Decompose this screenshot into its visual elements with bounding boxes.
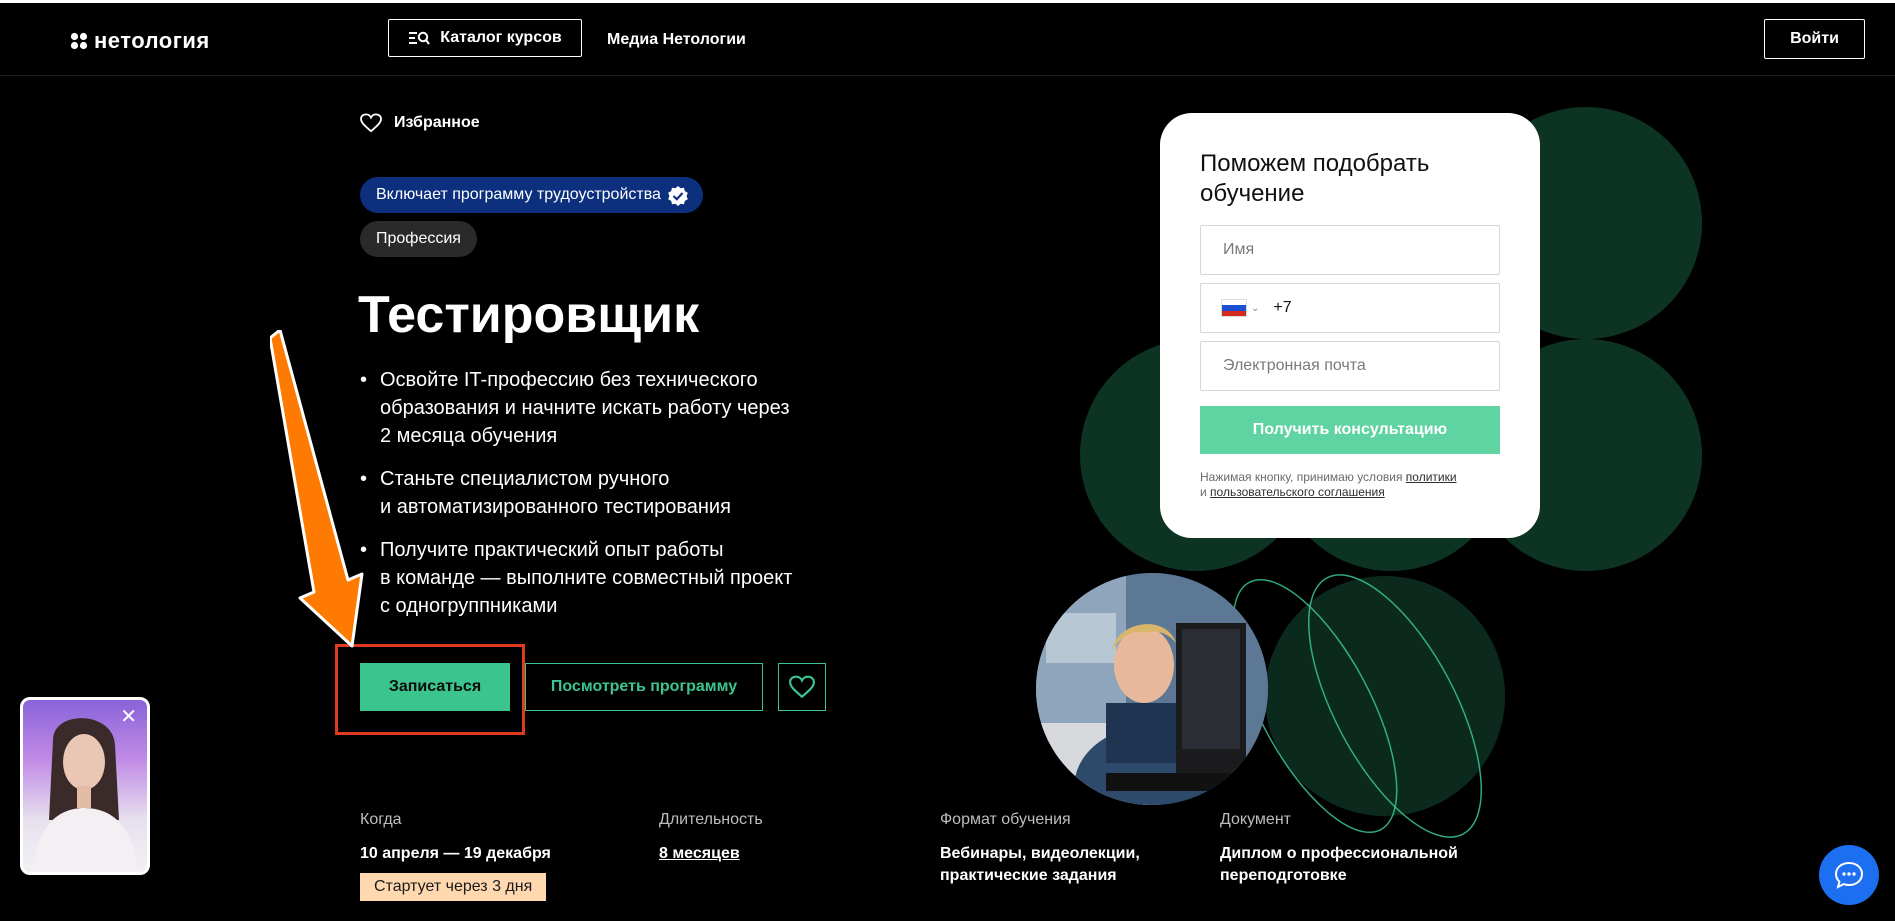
email-field[interactable]: [1200, 341, 1500, 391]
country-select[interactable]: ⌄: [1221, 299, 1259, 317]
info-value: 10 апреля — 19 декабря: [360, 845, 551, 862]
favorites-link[interactable]: Избранное: [360, 113, 480, 133]
start-badge: Стартует через 3 дня: [360, 873, 547, 901]
list-item: Освойте IT-профессию без технического об…: [360, 366, 840, 450]
logo[interactable]: нетология: [70, 28, 210, 54]
login-button[interactable]: Войти: [1764, 19, 1865, 59]
russia-flag-icon: [1221, 299, 1247, 317]
catalog-label: Каталог курсов: [440, 29, 562, 46]
info-document: Документ Диплом о профессиональной переп…: [1220, 811, 1458, 887]
phone-prefix: +7: [1273, 299, 1292, 316]
duration-link[interactable]: 8 месяцев: [659, 843, 763, 865]
phone-field[interactable]: ⌄ +7: [1200, 283, 1500, 333]
user-agreement-link[interactable]: пользовательского соглашения: [1210, 485, 1385, 499]
list-item-line: в команде — выполните совместный проект: [380, 567, 793, 589]
name-field[interactable]: [1200, 225, 1500, 275]
list-item-line: Получите практический опыт работы: [380, 539, 724, 561]
list-item-line: и автоматизированного тестирования: [380, 496, 731, 518]
terms-and: и: [1200, 485, 1211, 499]
video-widget[interactable]: ✕: [20, 697, 150, 875]
media-link[interactable]: Медиа Нетологии: [607, 31, 746, 49]
heart-icon: [360, 113, 382, 133]
info-value-line: переподготовке: [1220, 867, 1347, 884]
info-duration: Длительность 8 месяцев: [659, 811, 763, 865]
terms-prefix: Нажимая кнопку, принимаю условия: [1200, 470, 1406, 484]
list-item-line: образования и начните искать работу чере…: [380, 397, 790, 419]
list-item-line: с одногруппниками: [380, 595, 558, 617]
info-value-line: Диплом о профессиональной: [1220, 845, 1458, 862]
email-input[interactable]: [1221, 356, 1499, 376]
annotation-arrow-icon: [270, 330, 364, 648]
profession-badge: Профессия: [360, 221, 477, 257]
list-item: Станьте специалистом ручного и автоматиз…: [360, 465, 840, 521]
favorites-label: Избранное: [394, 114, 480, 131]
check-badge-icon: [668, 186, 688, 206]
heart-icon: [789, 675, 815, 699]
list-item-line: Станьте специалистом ручного: [380, 468, 670, 490]
form-title: Поможем подобрать обучение: [1200, 150, 1430, 207]
get-consultation-button[interactable]: Получить консультацию: [1200, 406, 1500, 454]
list-item: Получите практический опыт работы в кома…: [360, 536, 840, 620]
annotation-highlight-box: [335, 644, 525, 735]
add-favorite-button[interactable]: [778, 663, 826, 711]
employment-badge-label: Включает программу трудоустройства: [376, 186, 661, 203]
info-value: Вебинары, видеолекции, практические зада…: [940, 843, 1140, 887]
info-value-line: практические задания: [940, 867, 1117, 884]
close-icon[interactable]: ✕: [120, 707, 137, 727]
consultation-form: Поможем подобрать обучение ⌄ +7 Получить…: [1160, 113, 1540, 538]
info-when: Когда 10 апреля — 19 декабря Стартует че…: [360, 811, 551, 901]
info-format: Формат обучения Вебинары, видеолекции, п…: [940, 811, 1140, 887]
logo-text: нетология: [94, 28, 210, 53]
chat-button[interactable]: [1819, 845, 1879, 905]
logo-mark-icon: [70, 32, 88, 50]
list-item-line: Освойте IT-профессию без технического: [380, 369, 758, 391]
site-header: нетология Каталог курсов Медиа Нетологии…: [0, 3, 1895, 76]
view-program-button[interactable]: Посмотреть программу: [525, 663, 763, 711]
name-input[interactable]: [1221, 240, 1499, 260]
list-item-line: 2 месяца обучения: [380, 425, 558, 447]
benefits-list: Освойте IT-профессию без технического об…: [360, 366, 840, 635]
info-value: Диплом о профессиональной переподготовке: [1220, 843, 1458, 887]
chevron-down-icon: ⌄: [1251, 302, 1260, 314]
info-label: Когда: [360, 811, 402, 828]
chat-bubble-icon: [1834, 861, 1864, 889]
catalog-button[interactable]: Каталог курсов: [388, 19, 582, 57]
terms-text: Нажимая кнопку, принимаю условия политик…: [1200, 470, 1500, 500]
info-label: Длительность: [659, 811, 763, 828]
student-photo: [1036, 573, 1268, 805]
policy-link[interactable]: политики: [1406, 470, 1457, 484]
employment-badge: Включает программу трудоустройства: [360, 177, 703, 213]
search-list-icon: [409, 31, 431, 45]
info-value-line: Вебинары, видеолекции,: [940, 845, 1140, 862]
page-title: Тестировщик: [358, 286, 700, 344]
info-label: Документ: [1220, 811, 1291, 828]
info-label: Формат обучения: [940, 811, 1071, 828]
